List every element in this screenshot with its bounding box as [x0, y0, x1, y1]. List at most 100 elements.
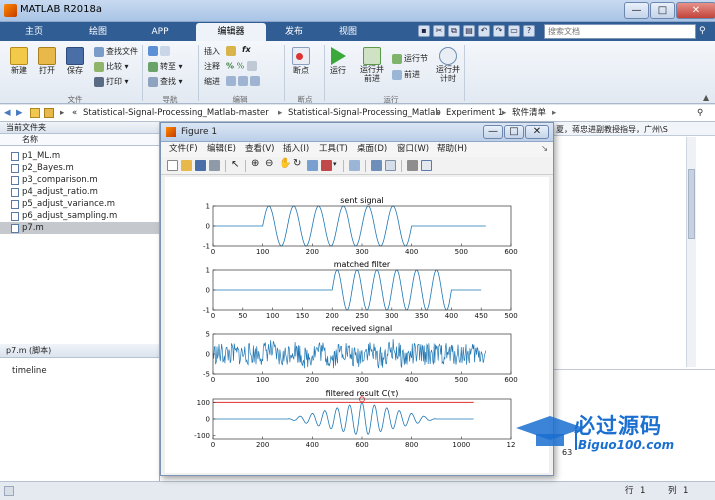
data-cursor-icon[interactable]	[307, 160, 318, 171]
forward-icon[interactable]: ▶	[16, 105, 23, 121]
redo-quick-icon[interactable]: ↷	[493, 25, 505, 37]
run-section-button[interactable]: 运行节	[392, 53, 428, 64]
open-button[interactable]: 打开	[38, 47, 56, 76]
zoom-out-icon[interactable]: ⊖	[265, 158, 273, 169]
vertical-scrollbar[interactable]	[686, 137, 696, 367]
run-button[interactable]: 运行	[330, 47, 346, 76]
maximize-button[interactable]: □	[650, 2, 675, 19]
hide-plot-tools-icon[interactable]	[407, 160, 418, 171]
file-item[interactable]: p2_Bayes.m	[0, 162, 159, 174]
run-advance-icon	[363, 47, 381, 65]
breadcrumb-overflow[interactable]: «	[72, 105, 77, 121]
menu-window[interactable]: 窗口(W)	[397, 142, 429, 157]
menu-view[interactable]: 查看(V)	[245, 142, 274, 157]
menu-help[interactable]: 帮助(H)	[437, 142, 467, 157]
brush-dropdown-icon[interactable]: ▾	[333, 160, 337, 168]
cut-quick-icon[interactable]: ✂	[433, 25, 445, 37]
comment-button[interactable]: 注释	[204, 61, 220, 72]
run-and-advance-button[interactable]: 运行并 前进	[360, 47, 384, 83]
tab-plots[interactable]: 绘图	[72, 23, 124, 41]
menu-desktop[interactable]: 桌面(D)	[357, 142, 387, 157]
find-files-label: 查找文件	[106, 47, 138, 56]
file-item-selected[interactable]: p7.m	[0, 222, 159, 234]
print-figure-icon[interactable]	[209, 160, 220, 171]
menu-insert[interactable]: 插入(I)	[283, 142, 309, 157]
tab-editor[interactable]: 编辑器	[196, 23, 266, 41]
breadcrumb-segment[interactable]: 软件清单	[512, 105, 546, 121]
browse-folder-icon[interactable]	[44, 108, 54, 118]
tab-view[interactable]: 视图	[322, 23, 374, 41]
file-item[interactable]: p6_adjust_sampling.m	[0, 210, 159, 222]
menu-dock-icon[interactable]: ↘	[541, 142, 548, 157]
stopwatch-icon	[439, 47, 457, 65]
tab-apps[interactable]: APP	[134, 23, 186, 41]
insert-section-icon[interactable]	[226, 46, 238, 56]
switch-windows-icon[interactable]: ▭	[508, 25, 520, 37]
scrollbar-thumb[interactable]	[688, 169, 695, 239]
figure-maximize-button[interactable]: □	[504, 125, 524, 139]
file-item[interactable]: p1_ML.m	[0, 150, 159, 162]
breadcrumb-segment[interactable]: Statistical-Signal-Processing_Matlab-mas…	[83, 105, 269, 121]
goto-button[interactable]: 转至 ▾	[148, 61, 183, 72]
column-header-name[interactable]: 名称	[0, 134, 159, 146]
legend-icon[interactable]	[385, 160, 396, 171]
figure-close-button[interactable]: ✕	[525, 125, 549, 139]
toolbar-divider	[343, 160, 344, 172]
help-quick-icon[interactable]: ?	[523, 25, 535, 37]
open-file-icon[interactable]	[181, 160, 192, 171]
colorbar-icon[interactable]	[371, 160, 382, 171]
back-icon[interactable]: ◀	[4, 105, 11, 121]
breadcrumb-segment[interactable]: Experiment 1	[446, 105, 503, 121]
back-forward-nav[interactable]	[148, 46, 172, 56]
file-name: p5_adjust_variance.m	[22, 199, 115, 209]
x-tick-label: 500	[455, 376, 468, 384]
zoom-in-icon[interactable]: ⊕	[251, 158, 259, 169]
comment-percent-icon[interactable]: % %	[226, 61, 259, 71]
tab-publish[interactable]: 发布	[268, 23, 320, 41]
print-button[interactable]: 打印 ▾	[94, 76, 129, 87]
save-quick-icon[interactable]: ▪	[418, 25, 430, 37]
tab-home[interactable]: 主页	[8, 23, 60, 41]
insert-button[interactable]: 插入	[204, 46, 220, 57]
copy-quick-icon[interactable]: ⧉	[448, 25, 460, 37]
undo-quick-icon[interactable]: ↶	[478, 25, 490, 37]
menu-file[interactable]: 文件(F)	[169, 142, 198, 157]
brush-icon[interactable]	[321, 160, 332, 171]
path-search-icon[interactable]: ⚲	[697, 105, 703, 121]
new-figure-icon[interactable]	[167, 160, 178, 171]
compare-button[interactable]: 比较 ▾	[94, 61, 129, 72]
advance-button[interactable]: 前进	[392, 69, 420, 80]
fx-button[interactable]: fx	[242, 45, 251, 54]
find-files-button[interactable]: 查找文件	[94, 46, 138, 57]
path-dropdown-icon[interactable]: ▸	[60, 105, 64, 121]
breadcrumb-segment[interactable]: Statistical-Signal-Processing_Matlab	[288, 105, 441, 121]
show-plot-tools-icon[interactable]	[421, 160, 432, 171]
breakpoints-button[interactable]: 断点	[292, 47, 310, 76]
save-button[interactable]: 保存	[66, 47, 84, 76]
menu-edit[interactable]: 编辑(E)	[207, 142, 236, 157]
file-item[interactable]: p3_comparison.m	[0, 174, 159, 186]
minimize-button[interactable]: —	[624, 2, 649, 19]
rotate-icon[interactable]: ↻	[293, 158, 301, 169]
paste-quick-icon[interactable]: ▤	[463, 25, 475, 37]
collapse-ribbon-icon[interactable]: ▲	[703, 93, 709, 102]
figure-minimize-button[interactable]: —	[483, 125, 503, 139]
figure-title-bar[interactable]: Figure 1 — □ ✕	[161, 123, 553, 142]
menu-tools[interactable]: 工具(T)	[319, 142, 348, 157]
up-folder-icon[interactable]	[30, 108, 40, 118]
pan-icon[interactable]: ✋	[279, 158, 291, 169]
run-and-time-button[interactable]: 运行并 计时	[436, 47, 460, 83]
pointer-icon[interactable]: ↖	[231, 159, 239, 170]
save-figure-icon[interactable]	[195, 160, 206, 171]
find-button[interactable]: 查找 ▾	[148, 76, 183, 87]
search-icon[interactable]: ⚲	[699, 26, 711, 38]
new-label: 新建	[11, 66, 27, 75]
file-item[interactable]: p5_adjust_variance.m	[0, 198, 159, 210]
link-plot-icon[interactable]	[349, 160, 360, 171]
indent-button[interactable]: 缩进	[204, 76, 220, 87]
indent-icons[interactable]	[226, 76, 262, 86]
new-button[interactable]: 新建	[10, 47, 28, 76]
search-documentation-input[interactable]: 搜索文档	[544, 24, 696, 39]
file-item[interactable]: p4_adjust_ratio.m	[0, 186, 159, 198]
close-button[interactable]: ✕	[676, 2, 715, 19]
